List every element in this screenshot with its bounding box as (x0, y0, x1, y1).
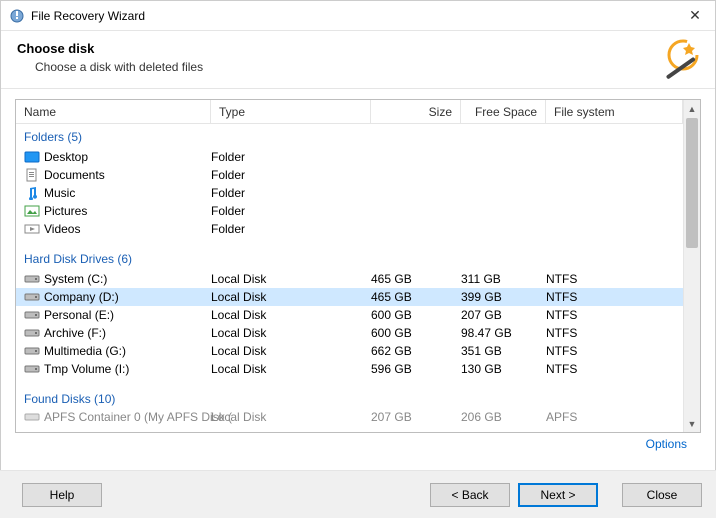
group-found[interactable]: Found Disks (10) (16, 386, 683, 410)
drive-icon (24, 290, 40, 304)
item-name: Personal (E:) (44, 308, 114, 322)
item-type: Folder (211, 168, 371, 182)
list-item[interactable]: Multimedia (G:) Local Disk 662 GB 351 GB… (16, 342, 683, 360)
documents-icon (24, 168, 40, 182)
item-name: Pictures (44, 204, 87, 218)
item-size: 465 GB (371, 272, 461, 286)
item-type: Local Disk (211, 272, 371, 286)
scroll-thumb[interactable] (686, 118, 698, 248)
list-item[interactable]: Tmp Volume (I:) Local Disk 596 GB 130 GB… (16, 360, 683, 378)
item-size: 596 GB (371, 362, 461, 376)
drive-icon (24, 362, 40, 376)
list-item[interactable]: APFS Container 0 (My APFS Disk ( Local D… (16, 410, 683, 424)
pictures-icon (24, 204, 40, 218)
column-headers[interactable]: Name Type Size Free Space File system (16, 100, 683, 124)
item-free: 399 GB (461, 290, 546, 304)
close-button[interactable]: Close (622, 483, 702, 507)
item-name: Videos (44, 222, 80, 236)
item-type: Folder (211, 222, 371, 236)
list-item[interactable]: Pictures Folder (16, 202, 683, 220)
list-item[interactable]: Desktop Folder (16, 148, 683, 166)
item-free: 130 GB (461, 362, 546, 376)
titlebar: File Recovery Wizard ✕ (1, 1, 715, 31)
col-type[interactable]: Type (211, 100, 371, 123)
item-fs: NTFS (546, 344, 683, 358)
wizard-wand-icon (653, 37, 701, 85)
list-item[interactable]: System (C:) Local Disk 465 GB 311 GB NTF… (16, 270, 683, 288)
group-drives[interactable]: Hard Disk Drives (6) (16, 246, 683, 270)
next-button[interactable]: Next > (518, 483, 598, 507)
item-size: 465 GB (371, 290, 461, 304)
item-name: Tmp Volume (I:) (44, 362, 129, 376)
vertical-scrollbar[interactable]: ▲ ▼ (683, 100, 700, 432)
desktop-icon (24, 150, 40, 164)
disk-list: Name Type Size Free Space File system Fo… (15, 99, 701, 433)
item-fs: NTFS (546, 362, 683, 376)
item-fs: NTFS (546, 326, 683, 340)
item-type: Folder (211, 186, 371, 200)
item-fs: APFS (546, 410, 683, 424)
scroll-down-icon[interactable]: ▼ (684, 415, 700, 432)
item-free: 351 GB (461, 344, 546, 358)
list-item[interactable]: Videos Folder (16, 220, 683, 238)
item-free: 98.47 GB (461, 326, 546, 340)
col-name[interactable]: Name (16, 100, 211, 123)
scroll-up-icon[interactable]: ▲ (684, 100, 700, 117)
list-item[interactable]: Company (D:) Local Disk 465 GB 399 GB NT… (16, 288, 683, 306)
col-fs[interactable]: File system (546, 100, 683, 123)
col-size[interactable]: Size (371, 100, 461, 123)
item-type: Local Disk (211, 410, 371, 424)
item-name: Company (D:) (44, 290, 119, 304)
window-title: File Recovery Wizard (31, 9, 683, 23)
drive-icon (24, 272, 40, 286)
item-fs: NTFS (546, 272, 683, 286)
page-subtitle: Choose a disk with deleted files (35, 60, 699, 74)
app-icon (9, 8, 25, 24)
drive-icon (24, 410, 40, 424)
item-free: 311 GB (461, 272, 546, 286)
item-free: 206 GB (461, 410, 546, 424)
item-type: Local Disk (211, 362, 371, 376)
item-name: Desktop (44, 150, 88, 164)
item-free: 207 GB (461, 308, 546, 322)
item-name: Music (44, 186, 75, 200)
item-type: Folder (211, 204, 371, 218)
item-size: 600 GB (371, 326, 461, 340)
item-fs: NTFS (546, 290, 683, 304)
item-name: Archive (F:) (44, 326, 106, 340)
item-type: Local Disk (211, 308, 371, 322)
back-button[interactable]: < Back (430, 483, 510, 507)
help-button[interactable]: Help (22, 483, 102, 507)
options-link[interactable]: Options (646, 437, 687, 451)
wizard-header: Choose disk Choose a disk with deleted f… (1, 31, 715, 89)
drive-icon (24, 344, 40, 358)
wizard-footer: Help < Back Next > Close (0, 470, 716, 518)
item-name: APFS Container 0 (My APFS Disk ( (44, 410, 232, 424)
drive-icon (24, 326, 40, 340)
music-icon (24, 186, 40, 200)
item-type: Local Disk (211, 344, 371, 358)
list-item[interactable]: Archive (F:) Local Disk 600 GB 98.47 GB … (16, 324, 683, 342)
item-name: Multimedia (G:) (44, 344, 126, 358)
drive-icon (24, 308, 40, 322)
item-name: System (C:) (44, 272, 107, 286)
group-folders[interactable]: Folders (5) (16, 124, 683, 148)
col-free[interactable]: Free Space (461, 100, 546, 123)
page-title: Choose disk (17, 41, 699, 56)
list-item[interactable]: Documents Folder (16, 166, 683, 184)
item-type: Local Disk (211, 290, 371, 304)
item-fs: NTFS (546, 308, 683, 322)
item-name: Documents (44, 168, 105, 182)
close-icon[interactable]: ✕ (683, 7, 707, 24)
item-size: 207 GB (371, 410, 461, 424)
item-type: Local Disk (211, 326, 371, 340)
item-size: 600 GB (371, 308, 461, 322)
item-size: 662 GB (371, 344, 461, 358)
list-item[interactable]: Music Folder (16, 184, 683, 202)
list-item[interactable]: Personal (E:) Local Disk 600 GB 207 GB N… (16, 306, 683, 324)
item-type: Folder (211, 150, 371, 164)
videos-icon (24, 222, 40, 236)
